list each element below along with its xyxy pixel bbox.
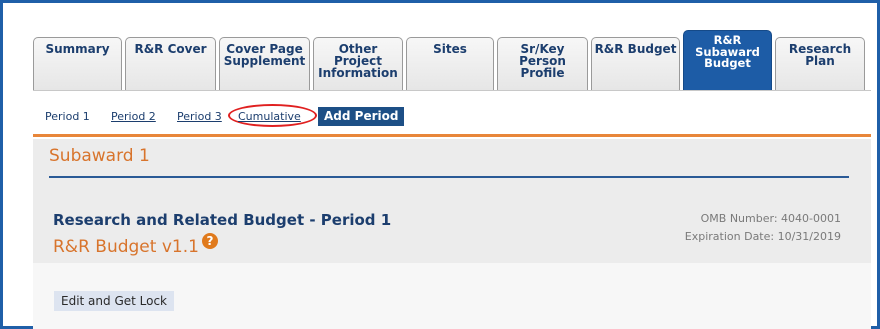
period-bar-divider bbox=[33, 134, 871, 137]
omb-number: OMB Number: 4040-0001 bbox=[700, 212, 841, 225]
tab-sr-key-person-profile[interactable]: Sr/Key Person Profile bbox=[497, 37, 588, 90]
period-3-link[interactable]: Period 3 bbox=[177, 110, 222, 123]
tab-rr-subaward-budget[interactable]: R&R Subaward Budget bbox=[683, 30, 772, 90]
subaward-panel: Subaward 1 Research and Related Budget -… bbox=[33, 139, 871, 329]
form-tabs: Summary R&R Cover Cover Page Supplement … bbox=[33, 30, 871, 93]
period-1-link[interactable]: Period 1 bbox=[45, 110, 90, 123]
expiration-date: Expiration Date: 10/31/2019 bbox=[684, 230, 841, 243]
help-icon[interactable]: ? bbox=[201, 233, 218, 249]
form-metadata: OMB Number: 4040-0001 Expiration Date: 1… bbox=[685, 210, 841, 246]
form-title: Research and Related Budget - Period 1 bbox=[53, 211, 392, 229]
form-version: R&R Budget v1.1 bbox=[53, 237, 199, 257]
tab-other-project-information[interactable]: Other Project Information bbox=[313, 37, 403, 90]
tab-cover-page-supplement[interactable]: Cover Page Supplement bbox=[219, 37, 310, 90]
cumulative-link[interactable]: Cumulative bbox=[238, 110, 301, 123]
subaward-title: Subaward 1 bbox=[49, 146, 150, 166]
edit-and-get-lock-button[interactable]: Edit and Get Lock bbox=[54, 291, 175, 311]
tab-sites[interactable]: Sites bbox=[406, 37, 494, 90]
period-navigation: Period 1 Period 2 Period 3 Cumulative Ad… bbox=[33, 90, 871, 137]
form-version-line: R&R Budget v1.1? bbox=[53, 233, 218, 257]
subaward-divider bbox=[49, 176, 849, 178]
tab-summary[interactable]: Summary bbox=[33, 37, 122, 90]
tab-rr-budget[interactable]: R&R Budget bbox=[591, 37, 680, 90]
tab-rr-cover[interactable]: R&R Cover bbox=[125, 37, 216, 90]
tab-research-plan[interactable]: Research Plan bbox=[775, 37, 865, 93]
window-frame: Summary R&R Cover Cover Page Supplement … bbox=[0, 0, 880, 329]
add-period-button[interactable]: Add Period bbox=[318, 107, 405, 126]
period-2-link[interactable]: Period 2 bbox=[111, 110, 156, 123]
